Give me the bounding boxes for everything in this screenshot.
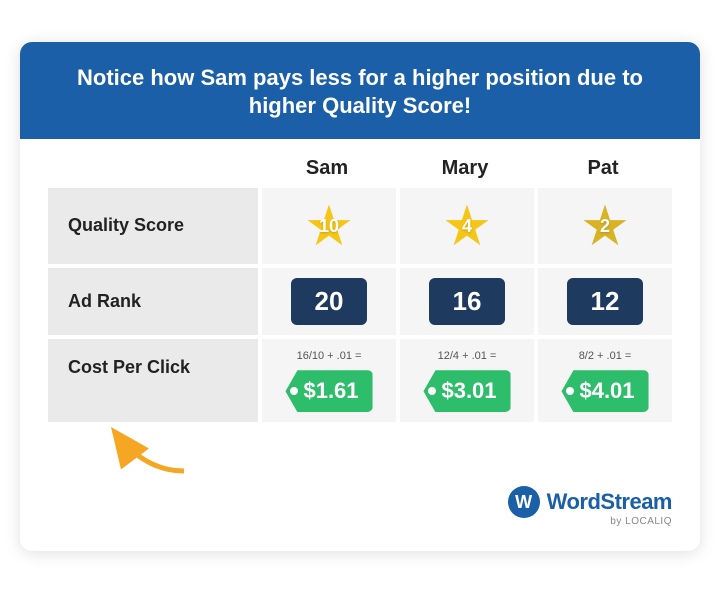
star-value-mary: 4: [462, 216, 472, 237]
logo-icon: W: [508, 486, 540, 518]
star-mary: ★ 4: [442, 198, 492, 254]
logo-sub: by LOCALIQ: [610, 516, 672, 527]
col-header-mary: Mary: [396, 157, 534, 188]
formula-pat: 8/2 + .01 =: [579, 349, 632, 364]
logo-text: WordStream: [547, 489, 672, 515]
price-tag-mary: $3.01: [423, 370, 510, 412]
table-area: Sam Mary Pat Quality Score ★ 10: [20, 139, 700, 476]
price-tag-pat: $4.01: [561, 370, 648, 412]
price-tag-wrap-mary: 12/4 + .01 = $3.01: [408, 349, 526, 412]
col-header-sam: Sam: [258, 157, 396, 188]
cost-sam: 16/10 + .01 = $1.61: [258, 339, 396, 426]
formula-sam: 16/10 + .01 =: [297, 349, 362, 364]
ad-rank-box-sam: 20: [291, 278, 368, 325]
comparison-table: Sam Mary Pat Quality Score ★ 10: [48, 157, 672, 476]
wordstream-logo: W WordStream by LOCALIQ: [508, 486, 672, 527]
quality-score-mary: ★ 4: [396, 188, 534, 268]
quality-score-pat: ★ 2: [534, 188, 672, 268]
price-tag-sam: $1.61: [285, 370, 372, 412]
quality-score-sam: ★ 10: [258, 188, 396, 268]
ad-rank-row: Ad Rank 20 16 12: [48, 268, 672, 339]
arrow-icon: [84, 416, 204, 476]
ad-rank-label: Ad Rank: [48, 268, 258, 339]
price-tag-wrap-pat: 8/2 + .01 = $4.01: [546, 349, 664, 412]
quality-score-row: Quality Score ★ 10 ★ 4: [48, 188, 672, 268]
ad-rank-mary: 16: [396, 268, 534, 339]
ad-rank-box-pat: 12: [567, 278, 644, 325]
star-value-pat: 2: [600, 216, 610, 237]
ad-rank-pat: 12: [534, 268, 672, 339]
arrow-cell: [48, 426, 672, 476]
cost-per-click-label: Cost Per Click: [48, 339, 258, 426]
cost-pat: 8/2 + .01 = $4.01: [534, 339, 672, 426]
ad-rank-sam: 20: [258, 268, 396, 339]
main-card: Notice how Sam pays less for a higher po…: [20, 42, 700, 552]
quality-score-label: Quality Score: [48, 188, 258, 268]
cost-mary: 12/4 + .01 = $3.01: [396, 339, 534, 426]
arrow-row: [48, 426, 672, 476]
ad-rank-box-mary: 16: [429, 278, 506, 325]
logo-main: W WordStream: [508, 486, 672, 518]
price-tag-wrap-sam: 16/10 + .01 = $1.61: [270, 349, 388, 412]
column-header-row: Sam Mary Pat: [48, 157, 672, 188]
star-pat: ★ 2: [580, 198, 630, 254]
cost-per-click-row: Cost Per Click 16/10 + .01 = $1.61 12/4 …: [48, 339, 672, 426]
formula-mary: 12/4 + .01 =: [438, 349, 497, 364]
star-value-sam: 10: [319, 216, 339, 237]
star-sam: ★ 10: [304, 198, 354, 254]
col-header-pat: Pat: [534, 157, 672, 188]
footer: W WordStream by LOCALIQ: [20, 476, 700, 527]
header-title: Notice how Sam pays less for a higher po…: [20, 42, 700, 139]
